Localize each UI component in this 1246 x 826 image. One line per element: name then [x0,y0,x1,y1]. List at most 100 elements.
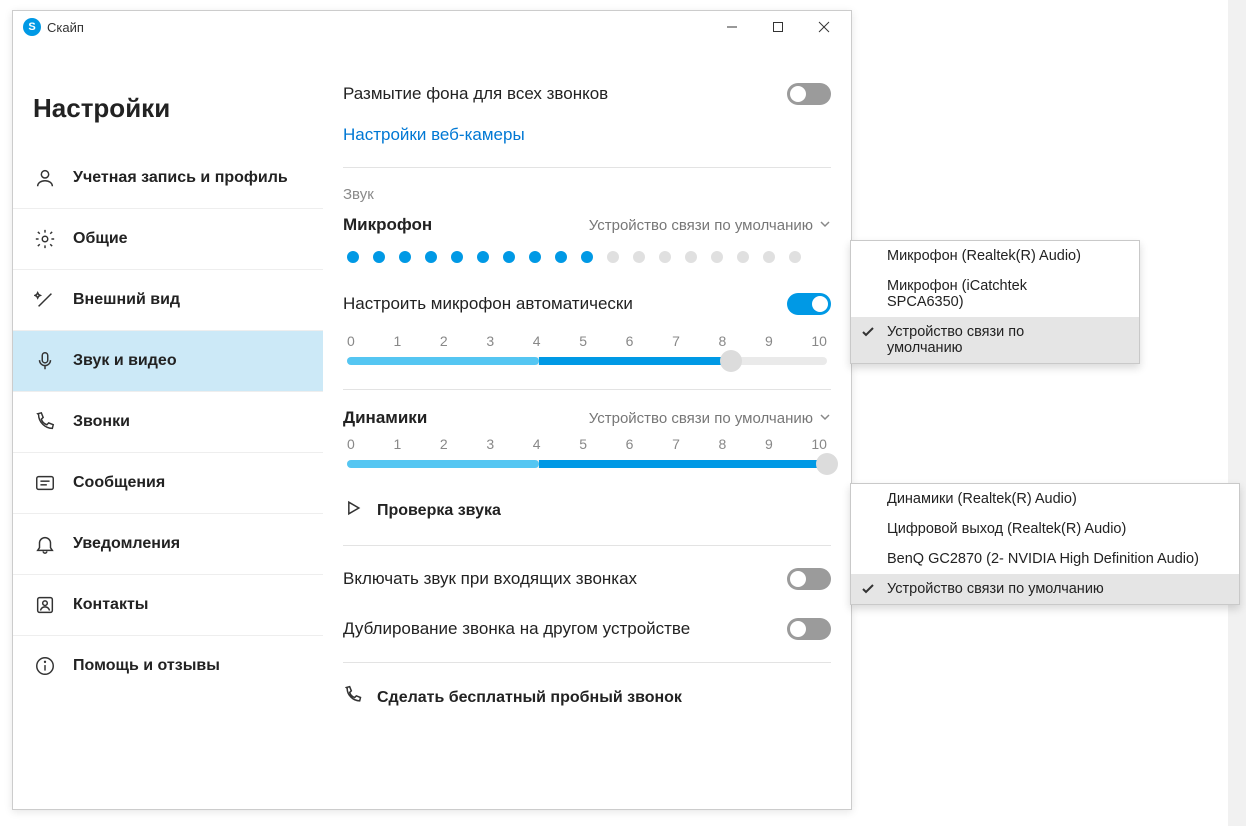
background-blur-toggle[interactable] [787,83,831,105]
slider-thumb[interactable] [816,453,838,475]
test-call-label: Сделать бесплатный пробный звонок [377,689,682,707]
window-body: Настройки Учетная запись и профиль Общие… [13,43,851,809]
test-call-row[interactable]: Сделать бесплатный пробный звонок [343,671,831,724]
speakers-row: Динамики Устройство связи по умолчанию [343,398,831,432]
sidebar-item-label: Уведомления [73,534,180,555]
sidebar-item-contacts[interactable]: Контакты [13,574,323,635]
contacts-icon [33,593,57,617]
tick-label: 3 [486,333,494,349]
sidebar-item-audio-video[interactable]: Звук и видео [13,330,323,391]
microphone-title: Микрофон [343,215,432,235]
sidebar-item-appearance[interactable]: Внешний вид [13,269,323,330]
tick-label: 2 [440,333,448,349]
webcam-settings-link[interactable]: Настройки веб-камеры [343,119,525,159]
sidebar-item-label: Контакты [73,595,148,616]
incoming-sound-row: Включать звук при входящих звонках [343,554,831,604]
chevron-down-icon [819,217,831,234]
mic-slider[interactable]: 012345678910 [343,329,831,381]
speakers-device-select[interactable]: Устройство связи по умолчанию [589,410,831,427]
level-dot [373,251,385,263]
microphone-level-meter [343,239,831,279]
settings-sidebar: Настройки Учетная запись и профиль Общие… [13,43,323,809]
sound-check-label: Проверка звука [377,502,501,520]
sound-check-row[interactable]: Проверка звука [343,484,831,537]
sidebar-item-calls[interactable]: Звонки [13,391,323,452]
background-blur-label: Размытие фона для всех звонков [343,84,608,104]
slider-track [347,357,827,365]
close-button[interactable] [801,11,847,43]
tick-label: 2 [440,436,448,452]
level-dot [763,251,775,263]
level-dot [685,251,697,263]
level-dot [711,251,723,263]
auto-mic-toggle[interactable] [787,293,831,315]
level-dot [555,251,567,263]
dropdown-item[interactable]: Цифровой выход (Realtek(R) Audio) [851,514,1239,544]
sidebar-item-general[interactable]: Общие [13,208,323,269]
dropdown-item[interactable]: Динамики (Realtek(R) Audio) [851,484,1239,514]
message-icon [33,471,57,495]
slider-ticks: 012345678910 [347,333,827,357]
play-icon [343,498,363,523]
level-dot [425,251,437,263]
divider [343,662,831,663]
sidebar-item-label: Внешний вид [73,290,180,311]
gear-icon [33,227,57,251]
dropdown-item[interactable]: Микрофон (Realtek(R) Audio) [851,241,1139,271]
tick-label: 8 [719,436,727,452]
incoming-sound-toggle[interactable] [787,568,831,590]
speakers-title: Динамики [343,408,427,428]
tick-label: 5 [579,333,587,349]
page-scrollbar[interactable] [1228,0,1246,826]
tick-label: 9 [765,333,773,349]
sidebar-item-messages[interactable]: Сообщения [13,452,323,513]
microphone-dropdown: Микрофон (Realtek(R) Audio) Микрофон (iC… [850,240,1140,364]
sidebar-item-account[interactable]: Учетная запись и профиль [13,148,323,208]
slider-track [347,460,827,468]
incoming-sound-label: Включать звук при входящих звонках [343,569,637,589]
check-icon [861,325,875,343]
tick-label: 6 [626,436,634,452]
sidebar-item-label: Учетная запись и профиль [73,168,288,189]
microphone-row: Микрофон Устройство связи по умолчанию [343,205,831,239]
tick-label: 4 [533,333,541,349]
tick-label: 3 [486,436,494,452]
slider-thumb[interactable] [720,350,742,372]
wand-icon [33,288,57,312]
minimize-button[interactable] [709,11,755,43]
microphone-device-select[interactable]: Устройство связи по умолчанию [589,217,831,234]
dropdown-item[interactable]: Устройство связи по умолчанию [851,574,1239,604]
tick-label: 6 [626,333,634,349]
maximize-button[interactable] [755,11,801,43]
dropdown-item[interactable]: Устройство связи по умолчанию [851,317,1139,363]
level-dot [737,251,749,263]
tick-label: 5 [579,436,587,452]
dropdown-item[interactable]: BenQ GC2870 (2- NVIDIA High Definition A… [851,544,1239,574]
divider [343,389,831,390]
tick-label: 4 [533,436,541,452]
speakers-slider[interactable]: 012345678910 [343,432,831,484]
speakers-dropdown: Динамики (Realtek(R) Audio) Цифровой вых… [850,483,1240,605]
tick-label: 9 [765,436,773,452]
slider-fill-dark [539,357,731,365]
phone-icon [343,685,363,710]
microphone-device-label: Устройство связи по умолчанию [589,217,813,234]
sidebar-item-help[interactable]: Помощь и отзывы [13,635,323,696]
microphone-icon [33,349,57,373]
duplicate-call-toggle[interactable] [787,618,831,640]
dropdown-item[interactable]: Микрофон (iCatchtek SPCA6350) [851,271,1139,317]
level-dot [399,251,411,263]
sidebar-item-notifications[interactable]: Уведомления [13,513,323,574]
level-dot [503,251,515,263]
tick-label: 7 [672,436,680,452]
sidebar-item-label: Звук и видео [73,351,177,372]
tick-label: 1 [393,436,401,452]
sidebar-item-label: Звонки [73,412,130,433]
settings-content: Размытие фона для всех звонков Настройки… [323,43,851,809]
divider [343,545,831,546]
level-dot [607,251,619,263]
level-dot [529,251,541,263]
level-dot [659,251,671,263]
chevron-down-icon [819,410,831,427]
bell-icon [33,532,57,556]
